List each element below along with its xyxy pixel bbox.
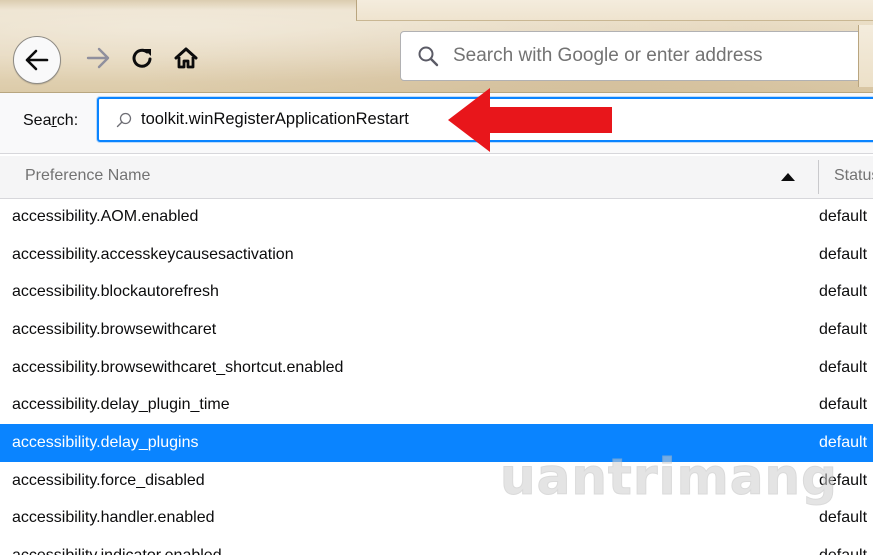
table-row[interactable]: accessibility.delay_plugin_time default [0,386,873,424]
sort-ascending-icon[interactable] [780,170,796,184]
preference-name: accessibility.AOM.enabled [12,207,199,225]
column-header-preference-name[interactable]: Preference Name [25,167,150,185]
search-input-value: toolkit.winRegisterApplicationRestart [141,110,409,128]
preference-name: accessibility.delay_plugin_time [12,396,230,414]
preference-status: default [819,433,868,451]
preference-name: accessibility.accesskeycausesactivation [12,245,294,263]
preference-name: accessibility.indicator.enabled [12,547,222,555]
table-row[interactable]: accessibility.browsewithcaret_shortcut.e… [0,349,873,387]
tab-strip[interactable] [356,0,873,21]
preference-name: accessibility.delay_plugins [12,433,199,451]
table-row[interactable]: accessibility.AOM.enabled default [0,198,873,236]
reload-button[interactable] [125,38,161,78]
table-row[interactable]: accessibility.handler.enabled default [0,500,873,538]
reload-icon [132,48,152,68]
table-row-selected[interactable]: accessibility.delay_plugins default [0,424,873,462]
preference-status: default [819,471,868,489]
preference-name: accessibility.blockautorefresh [12,283,219,301]
preference-name: accessibility.handler.enabled [12,509,215,527]
table-row[interactable]: accessibility.indicator.enabled default [0,537,873,555]
search-icon [417,45,439,67]
red-arrow-icon [448,88,612,152]
table-row[interactable]: accessibility.browsewithcaret default [0,311,873,349]
tabstrip-shadow [0,0,356,10]
preference-status: default [819,207,868,225]
forward-arrow-icon [86,47,110,69]
preferences-table: accessibility.AOM.enabled default accessib… [0,198,873,555]
column-header-status[interactable]: Status [834,167,873,185]
back-arrow-icon [25,49,49,71]
url-bar-placeholder: Search with Google or enter address [453,45,763,66]
forward-button[interactable] [80,38,116,78]
back-button[interactable] [13,36,61,84]
preference-status: default [819,396,868,414]
preference-status: default [819,320,868,338]
toolbar-overflow-edge [858,25,873,87]
preference-name: accessibility.force_disabled [12,471,205,489]
home-icon [174,47,198,69]
preference-status: default [819,547,867,555]
preference-name: accessibility.browsewithcaret [12,320,217,338]
preference-status: default [819,245,868,263]
preference-status: default [819,283,868,301]
column-divider[interactable] [818,160,819,194]
url-bar[interactable]: Search with Google or enter address [400,31,870,81]
search-icon [116,112,132,128]
home-button[interactable] [168,38,204,78]
preference-name: accessibility.browsewithcaret_shortcut.e… [12,358,344,376]
preference-status: default [819,358,868,376]
table-row[interactable]: accessibility.force_disabled default [0,462,873,500]
preference-status: default [819,509,868,527]
table-row[interactable]: accessibility.blockautorefresh default [0,273,873,311]
search-label: Search: [23,112,79,129]
navigation-toolbar: Search with Google or enter address [0,0,873,93]
table-row[interactable]: accessibility.accesskeycausesactivation d… [0,236,873,274]
